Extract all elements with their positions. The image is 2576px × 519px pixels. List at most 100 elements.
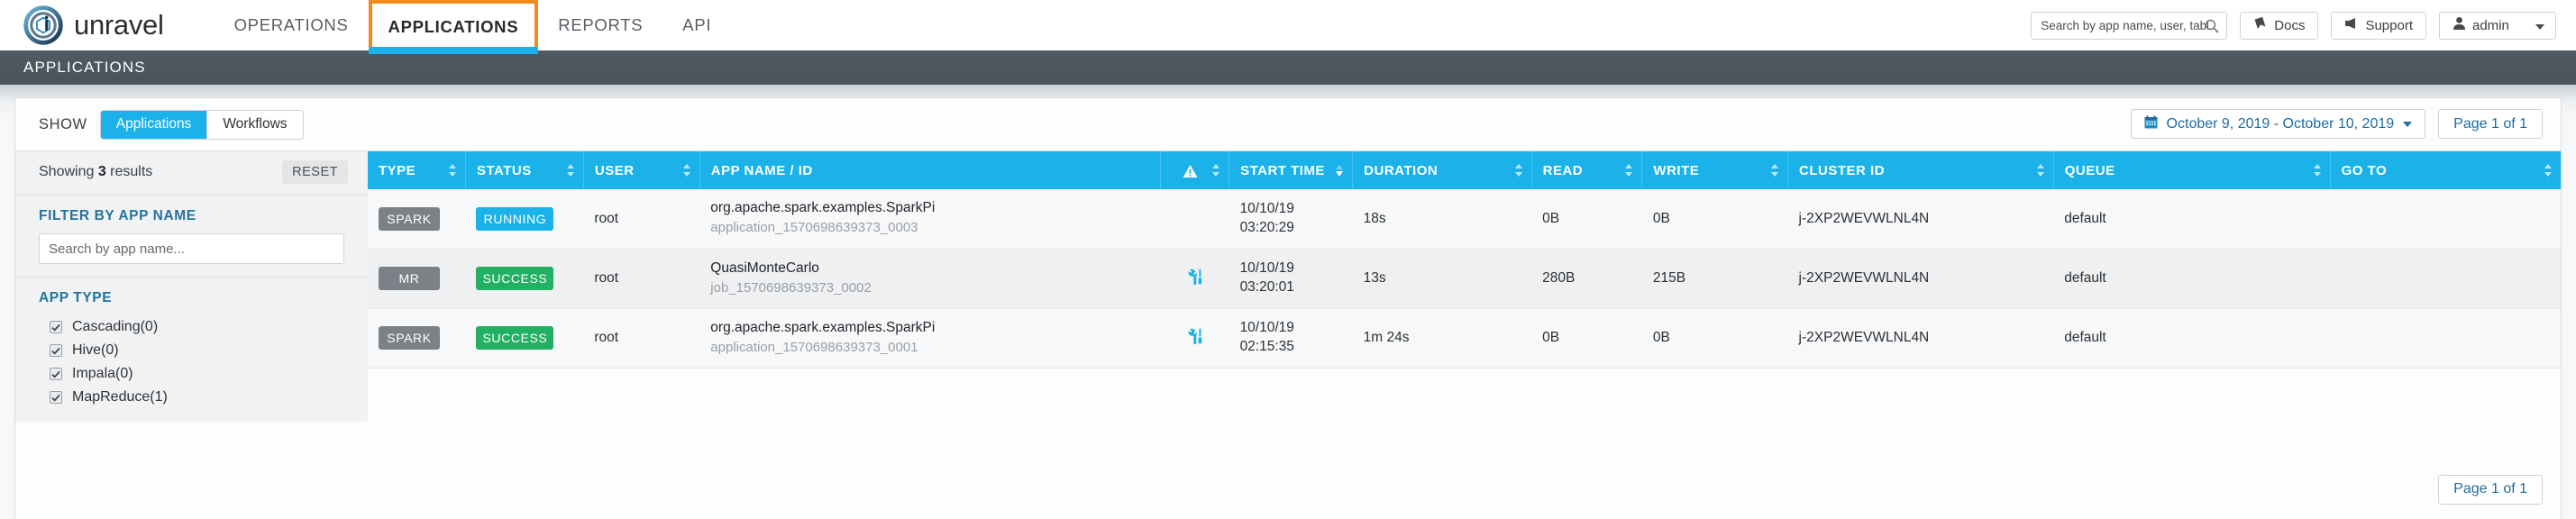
docs-label: Docs [2274, 17, 2306, 33]
sort-icon[interactable] [1770, 162, 1779, 178]
global-search[interactable] [2031, 11, 2228, 40]
cell-app-name-id: org.apache.spark.examples.SparkPi applic… [699, 308, 1161, 369]
cell-status: RUNNING [465, 189, 584, 250]
col-go-to[interactable]: GO TO [2330, 151, 2561, 189]
app-type-option-impala[interactable]: Impala(0) [39, 362, 344, 386]
checkbox-checked-icon[interactable] [50, 344, 62, 357]
cell-go-to[interactable] [2330, 308, 2561, 369]
checkbox-checked-icon[interactable] [50, 391, 62, 404]
sort-icon[interactable] [1624, 162, 1633, 178]
chevron-down-icon [2535, 23, 2544, 30]
app-name-filter-input[interactable] [39, 233, 344, 264]
warning-triangle-icon [1183, 162, 1198, 178]
start-time: 03:20:01 [1239, 279, 1294, 295]
cell-read: 0B [1531, 308, 1642, 369]
cell-type: MR [368, 249, 466, 309]
sort-icon[interactable] [2036, 162, 2045, 178]
tools-icon[interactable] [1186, 269, 1204, 289]
nav-item-api[interactable]: API [662, 0, 731, 50]
col-type-label: TYPE [379, 162, 416, 178]
cell-type: SPARK [368, 189, 466, 250]
user-menu-button[interactable]: admin [2439, 11, 2556, 40]
brand-name: unravel [74, 8, 164, 41]
cell-start-time: 10/10/19 02:15:35 [1229, 308, 1353, 369]
app-id: application_1570698639373_0003 [710, 220, 918, 236]
col-cluster-id[interactable]: CLUSTER ID [1787, 151, 2054, 189]
cell-app-name-id: org.apache.spark.examples.SparkPi applic… [699, 189, 1161, 250]
date-range-picker[interactable]: October 9, 2019 - October 10, 2019 [2130, 109, 2426, 139]
app-type-label: Impala(0) [72, 366, 133, 381]
main-menu: OPERATIONS APPLICATIONS REPORTS API [215, 0, 732, 54]
filter-by-app-name-section: FILTER BY APP NAME [15, 196, 368, 278]
panel-body: Showing 3 results RESET FILTER BY APP NA… [15, 150, 2561, 422]
brand-logo[interactable]: unravel [23, 5, 164, 45]
sort-icon[interactable] [448, 162, 457, 178]
app-type-option-hive[interactable]: Hive(0) [39, 339, 344, 362]
sort-icon-desc-active[interactable] [1335, 162, 1344, 178]
cell-user: root [583, 189, 700, 250]
tab-applications[interactable]: Applications [100, 110, 207, 139]
table-head: TYPE STATUS USER APP NAME / ID START TIM… [368, 151, 2561, 189]
col-cluster-id-label: CLUSTER ID [1799, 162, 1886, 178]
col-read-label: READ [1542, 162, 1584, 178]
user-icon [2453, 16, 2466, 34]
col-start-time[interactable]: START TIME [1229, 151, 1354, 189]
app-type-section: APP TYPE Cascading(0) Hive(0) Impala(0) … [15, 278, 368, 422]
col-duration[interactable]: DURATION [1352, 151, 1532, 189]
cell-go-to[interactable] [2330, 249, 2561, 309]
app-name[interactable]: org.apache.spark.examples.SparkPi [710, 319, 1150, 338]
sort-icon[interactable] [566, 162, 575, 178]
cell-warning[interactable] [1160, 249, 1229, 309]
applications-table: TYPE STATUS USER APP NAME / ID START TIM… [368, 151, 2561, 369]
reset-filters-button[interactable]: RESET [282, 160, 348, 184]
sort-icon[interactable] [2544, 162, 2553, 178]
col-status-label: STATUS [476, 162, 532, 178]
sort-icon[interactable] [682, 162, 691, 178]
table-row[interactable]: MR SUCCESS root QuasiMonteCarlo job_1570… [368, 249, 2561, 309]
app-name[interactable]: QuasiMonteCarlo [710, 260, 1150, 278]
tab-workflows[interactable]: Workflows [206, 110, 303, 139]
col-read[interactable]: READ [1531, 151, 1643, 189]
tools-icon[interactable] [1186, 328, 1204, 349]
col-status[interactable]: STATUS [465, 151, 584, 189]
show-segmented-control: Applications Workflows [99, 109, 304, 140]
calendar-icon [2144, 115, 2158, 133]
docs-button[interactable]: Docs [2240, 11, 2319, 40]
col-type[interactable]: TYPE [368, 151, 466, 189]
app-type-option-cascading[interactable]: Cascading(0) [39, 315, 344, 339]
col-warning[interactable] [1160, 151, 1230, 189]
nav-item-reports[interactable]: REPORTS [538, 0, 662, 50]
checkbox-checked-icon[interactable] [50, 368, 62, 380]
table-row[interactable]: SPARK SUCCESS root org.apache.spark.exam… [368, 308, 2561, 369]
col-duration-label: DURATION [1364, 162, 1439, 178]
sort-icon[interactable] [2313, 162, 2322, 178]
col-user[interactable]: USER [583, 151, 700, 189]
nav-item-applications[interactable]: APPLICATIONS [368, 0, 539, 54]
showing-suffix: results [105, 164, 153, 179]
col-queue[interactable]: QUEUE [2053, 151, 2331, 189]
showing-prefix: Showing [39, 164, 98, 179]
type-badge: SPARK [379, 326, 440, 350]
sort-icon[interactable] [1211, 162, 1220, 178]
col-write[interactable]: WRITE [1641, 151, 1789, 189]
app-type-option-mapreduce[interactable]: MapReduce(1) [39, 386, 344, 409]
page-indicator-top[interactable]: Page 1 of 1 [2438, 109, 2543, 139]
cell-warning[interactable] [1160, 308, 1229, 369]
results-summary: Showing 3 results [39, 164, 152, 180]
checkbox-checked-icon[interactable] [50, 321, 62, 333]
start-date: 10/10/19 [1239, 260, 1294, 277]
nav-item-operations[interactable]: OPERATIONS [215, 0, 369, 50]
page-indicator-bottom[interactable]: Page 1 of 1 [2438, 474, 2543, 505]
app-name[interactable]: org.apache.spark.examples.SparkPi [710, 199, 1150, 218]
sort-icon[interactable] [1514, 162, 1523, 178]
cell-go-to[interactable] [2330, 189, 2561, 250]
megaphone-icon [2344, 16, 2359, 34]
cell-read: 280B [1531, 249, 1642, 309]
search-input[interactable] [2039, 17, 2211, 33]
col-app-name-id: APP NAME / ID [699, 151, 1162, 189]
applications-table-container: TYPE STATUS USER APP NAME / ID START TIM… [368, 150, 2561, 422]
col-app-name-id-label: APP NAME / ID [710, 162, 813, 178]
support-button[interactable]: Support [2331, 11, 2426, 40]
table-row[interactable]: SPARK RUNNING root org.apache.spark.exam… [368, 189, 2561, 250]
cell-status: SUCCESS [465, 249, 584, 309]
